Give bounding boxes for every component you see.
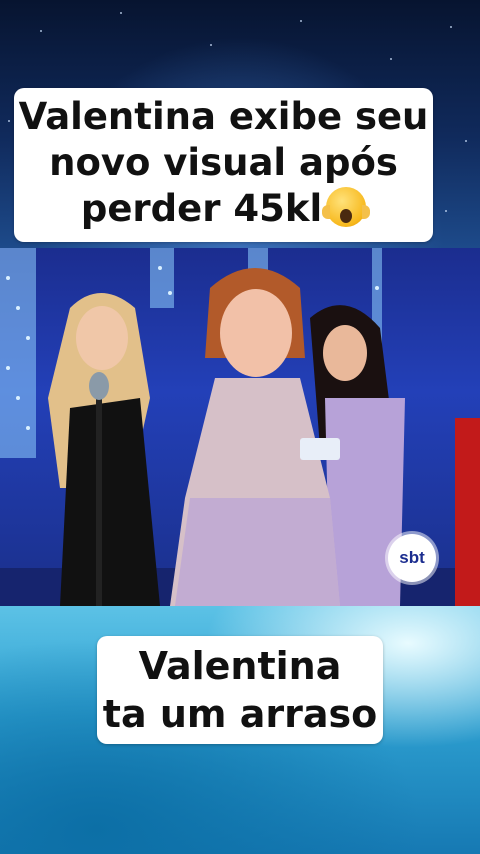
video-frame[interactable]: sbt xyxy=(0,248,480,606)
top-caption-line-2: novo visual após xyxy=(49,141,398,184)
sbt-logo: sbt xyxy=(388,534,436,582)
top-caption-line-3-text: perder 45kl xyxy=(80,187,323,230)
top-caption: Valentina exibe seu novo visual após per… xyxy=(14,88,433,242)
bottom-caption: Valentina ta um arraso xyxy=(97,636,383,744)
top-caption-line-3: perder 45kl xyxy=(14,186,433,232)
left-contestant xyxy=(48,293,160,606)
top-caption-line-1: Valentina exibe seu xyxy=(18,95,429,138)
bottom-caption-line-2: ta um arraso xyxy=(102,692,378,736)
face-screaming-in-fear-icon xyxy=(322,187,371,227)
bottom-caption-line-1: Valentina xyxy=(138,644,342,688)
